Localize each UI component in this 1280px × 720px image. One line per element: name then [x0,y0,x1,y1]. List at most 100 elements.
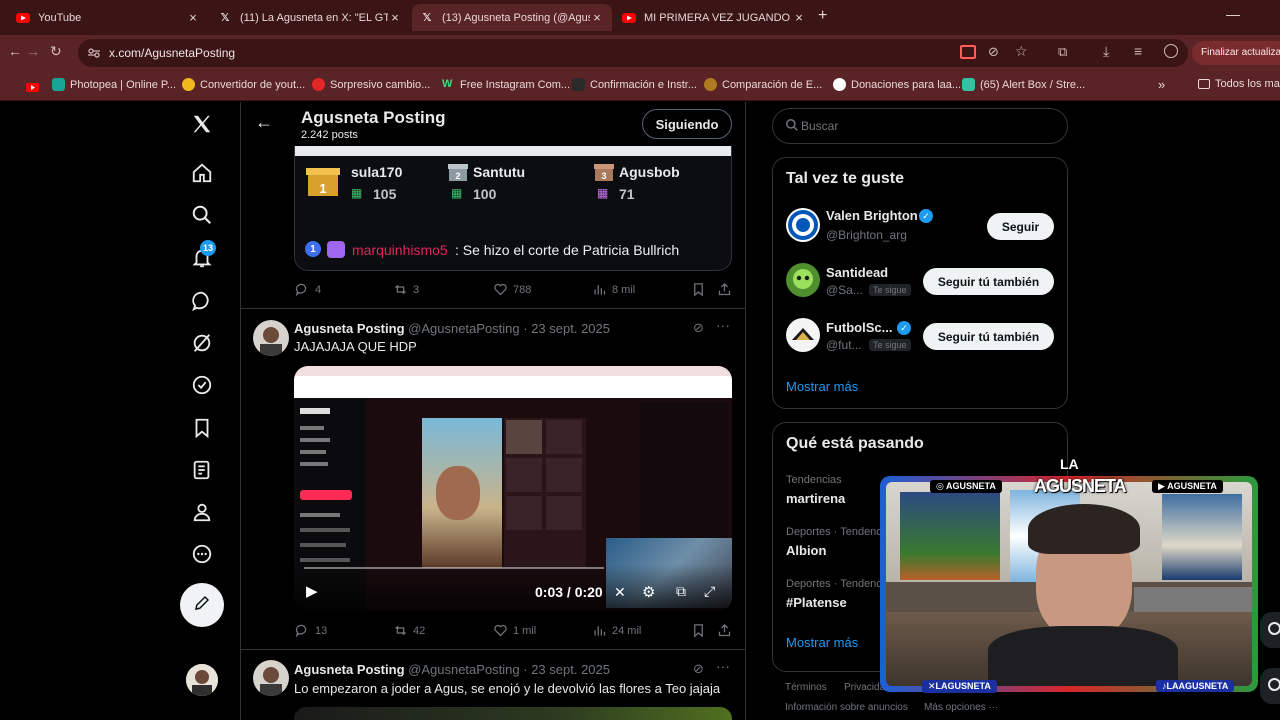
repost-action[interactable]: 3 [393,282,419,297]
author-avatar[interactable] [253,660,289,696]
close-tab-icon[interactable]: × [792,10,806,25]
bookmark-instagram[interactable]: W Free Instagram Com... [442,78,570,91]
views-action[interactable]: 24 mil [592,623,641,638]
reload-icon[interactable]: ↻ [50,43,62,60]
star-icon[interactable]: ☆ [1015,43,1028,60]
reply-action[interactable]: 13 [295,623,327,638]
profile-icon[interactable] [1164,44,1178,58]
extensions-icon[interactable]: ⧉ [1058,44,1067,60]
site-info-icon[interactable] [88,46,100,58]
post-media-preview[interactable] [294,707,732,720]
grok-icon[interactable] [188,329,216,357]
suggest-handle[interactable]: @Brighton_arg [826,228,907,242]
close-tab-icon[interactable]: × [590,10,604,25]
close-tab-icon[interactable]: × [388,10,402,25]
account-avatar[interactable] [186,664,218,696]
search-box[interactable]: Buscar [772,108,1068,144]
like-action[interactable]: 788 [493,282,531,297]
chevron-right-icon[interactable]: » [1158,77,1165,92]
post-date[interactable]: · 23 sept. 2025 [523,662,610,677]
minimize-icon[interactable]: — [1226,6,1240,22]
suggest-name[interactable]: Santidead [826,265,888,280]
author-avatar[interactable] [253,320,289,356]
update-button[interactable]: Finalizar actualiza [1192,41,1280,65]
like-action[interactable]: 1 mil [493,623,536,638]
video-progress-bar[interactable] [304,567,604,569]
youtube-icon[interactable] [26,79,39,97]
suggest-handle[interactable]: @Sa... [826,283,863,297]
bookmark-icon[interactable] [691,282,706,297]
fullscreen-icon[interactable]: ⤢ [704,583,715,600]
back-icon[interactable]: ← [8,43,22,59]
footer-more-link[interactable]: Más opciones ··· [924,702,998,713]
footer-terms-link[interactable]: Términos [785,682,827,693]
suggest-name[interactable]: FutbolSc... [826,320,892,335]
author-handle[interactable]: @AgusnetaPosting [408,321,520,336]
santidead-avatar[interactable] [786,263,820,297]
tab-agusneta-post[interactable]: 𝕏 (11) La Agusneta en X: "EL GTA 6 × [210,4,410,31]
suggest-name[interactable]: Valen Brighton [826,208,918,223]
forward-icon[interactable]: → [26,43,40,59]
url-text[interactable]: x.com/AgusnetaPosting [109,46,235,60]
bookmark-alertbox[interactable]: (65) Alert Box / Stre... [962,78,1085,91]
notifications-icon[interactable]: 13 [188,240,216,272]
more-options-icon[interactable]: ··· [716,658,730,674]
omnibox[interactable]: x.com/AgusnetaPosting ⊘ ☆ ⧉ ⤓ ≡ [78,39,1188,67]
bookmark-icon[interactable] [691,623,706,638]
post-date[interactable]: · 23 sept. 2025 [523,321,610,336]
footer-ads-link[interactable]: Información sobre anuncios [785,702,908,713]
all-bookmarks[interactable]: Todos los mar [1198,78,1280,90]
media-icon[interactable]: ≡ [1134,43,1142,59]
repost-action[interactable]: 42 [393,623,425,638]
author-name[interactable]: Agusneta Posting [294,662,405,677]
share-icon[interactable] [717,282,732,297]
tab-youtube-video[interactable]: MI PRIMERA VEZ JUGANDO GT × [614,4,814,31]
settings-icon[interactable]: ⚙ [642,583,655,601]
back-arrow-icon[interactable]: ← [255,112,273,133]
author-name[interactable]: Agusneta Posting [294,321,405,336]
x-logo-icon[interactable] [188,110,216,138]
lists-icon[interactable] [188,456,216,484]
brighton-avatar[interactable] [786,208,820,242]
cast-icon[interactable] [960,45,976,59]
following-button[interactable]: Siguiendo [642,109,732,139]
follow-back-button[interactable]: Seguir tú también [923,268,1054,295]
grok-icon[interactable]: ⊘ [693,320,704,336]
close-tab-icon[interactable]: × [186,10,200,25]
play-icon[interactable]: ▶ [306,582,318,600]
verified-orgs-icon[interactable] [188,371,216,399]
profile-icon[interactable] [188,498,216,526]
bookmark-confirmacion[interactable]: Confirmación e Instr... [572,78,697,91]
author-handle[interactable]: @AgusnetaPosting [408,662,520,677]
download-icon[interactable]: ⤓ [1103,43,1109,60]
tab-youtube[interactable]: YouTube × [8,4,208,31]
follow-button[interactable]: Seguir [987,213,1054,240]
grok-drawer-button[interactable] [1260,668,1280,704]
new-tab-icon[interactable]: + [818,7,827,25]
search-icon[interactable] [188,201,216,229]
mute-icon[interactable]: ✕ [614,584,626,601]
futbolsc-avatar[interactable] [786,318,820,352]
messages-drawer-button[interactable] [1260,612,1280,648]
show-more-link[interactable]: Mostrar más [786,635,858,650]
bookmarks-icon[interactable] [188,414,216,442]
bookmark-comparacion[interactable]: Comparación de E... [704,78,822,91]
bookmark-convertidor[interactable]: Convertidor de yout... [182,78,305,91]
tab-agusneta-posting[interactable]: 𝕏 (13) Agusneta Posting (@Agusn × [412,4,612,31]
post-video[interactable]: ▶ 0:03 / 0:20 ✕ ⚙ ⧉ ⤢ [294,366,732,611]
post-media-leaderboard[interactable]: 1 sula170 ▦ 105 2 Santutu ▦ 100 3 Agusbo… [294,146,732,271]
reply-action[interactable]: 4 [295,282,321,297]
show-more-link[interactable]: Mostrar más [786,379,858,394]
bookmark-donaciones[interactable]: Donaciones para laa... [833,78,961,91]
more-icon[interactable] [188,540,216,568]
eye-off-icon[interactable]: ⊘ [988,44,999,60]
follow-back-button[interactable]: Seguir tú también [923,323,1054,350]
messages-icon[interactable] [188,287,216,315]
bookmark-photopea[interactable]: Photopea | Online P... [52,78,176,91]
home-icon[interactable] [188,159,216,187]
more-options-icon[interactable]: ··· [716,317,730,333]
compose-post-button[interactable] [180,583,224,627]
views-action[interactable]: 8 mil [592,282,635,297]
share-icon[interactable] [717,623,732,638]
bookmark-sorpresivo[interactable]: Sorpresivo cambio... [312,78,430,91]
